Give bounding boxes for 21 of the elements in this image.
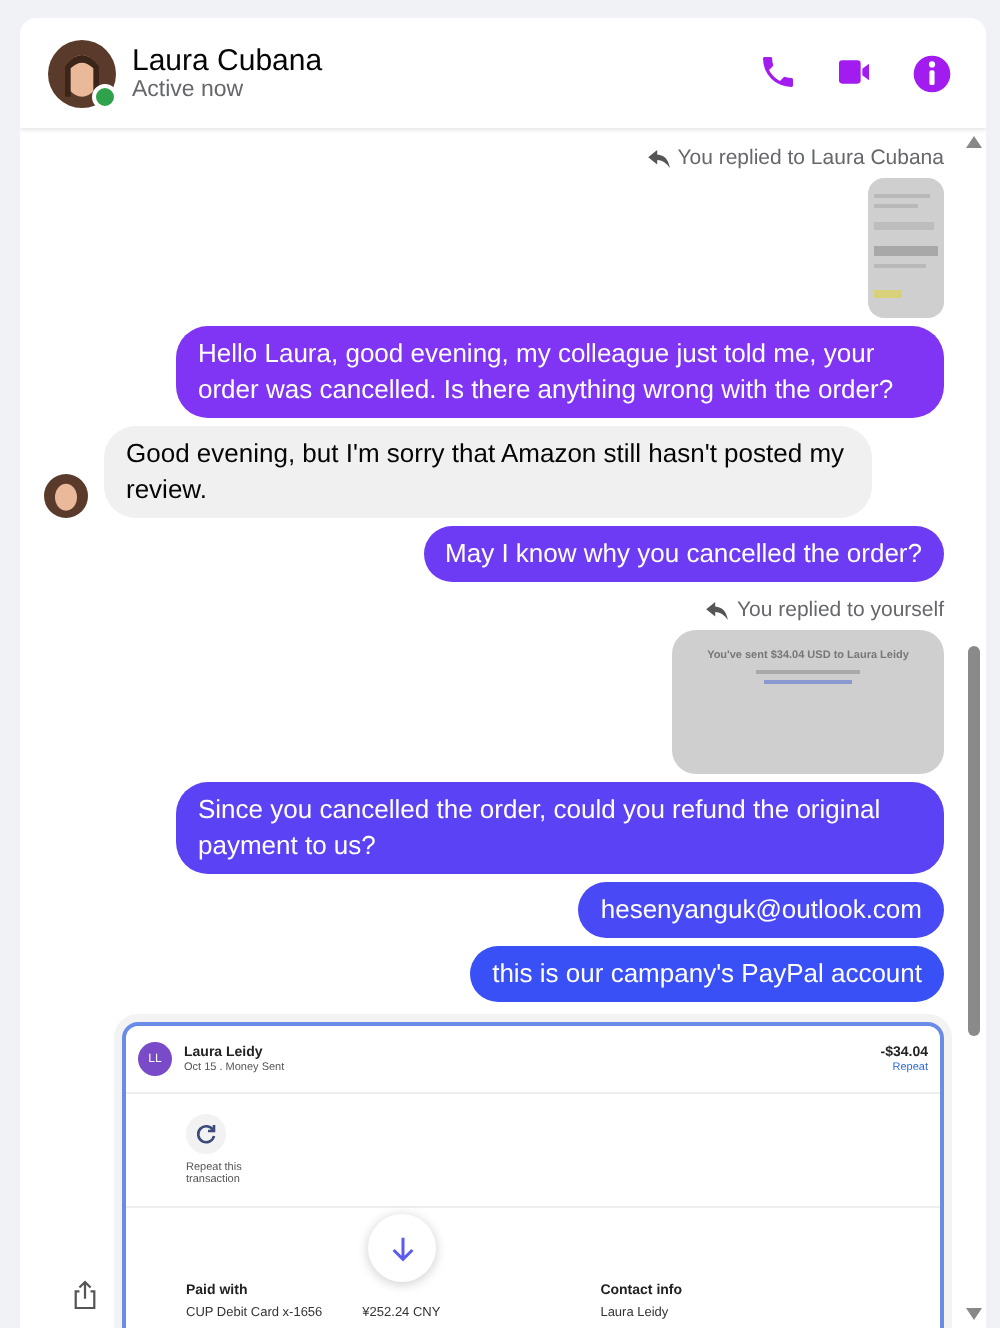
avatar-icon xyxy=(44,474,88,518)
share-icon[interactable] xyxy=(72,1280,98,1310)
screenshot-thumbnail-drawing xyxy=(868,178,944,318)
sent-message: this is our campany's PayPal account xyxy=(470,946,944,1002)
phone-icon[interactable] xyxy=(758,51,798,91)
refresh-icon[interactable] xyxy=(186,1114,226,1154)
reply-icon xyxy=(647,149,670,167)
down-arrow-icon[interactable] xyxy=(387,1233,417,1263)
status-text: Active now xyxy=(132,78,246,102)
received-message: Good evening, but I'm sorry that Amazon still hasn't posted my review. xyxy=(104,426,872,518)
sent-message: May I know why you cancelled the order? xyxy=(423,526,944,582)
scroll-down-icon[interactable] xyxy=(966,1308,982,1320)
contact-name: Laura Cubana xyxy=(132,44,323,78)
reply-note: You replied to yourself xyxy=(706,598,944,622)
sent-message: Hello Laura, good evening, my colleague just told me, your order was cancelled. Is there anything wrong with the order? xyxy=(176,326,944,418)
sent-message: hesenyanguk@outlook.com xyxy=(578,882,944,938)
scroll-up-icon[interactable] xyxy=(966,136,982,148)
scroll-down-button[interactable] xyxy=(368,1214,436,1282)
sent-message: Since you cancelled the order, could you refund the original payment to us? xyxy=(176,782,944,874)
reply-note: You replied to Laura Cubana xyxy=(647,146,944,170)
reply-icon xyxy=(706,601,729,619)
